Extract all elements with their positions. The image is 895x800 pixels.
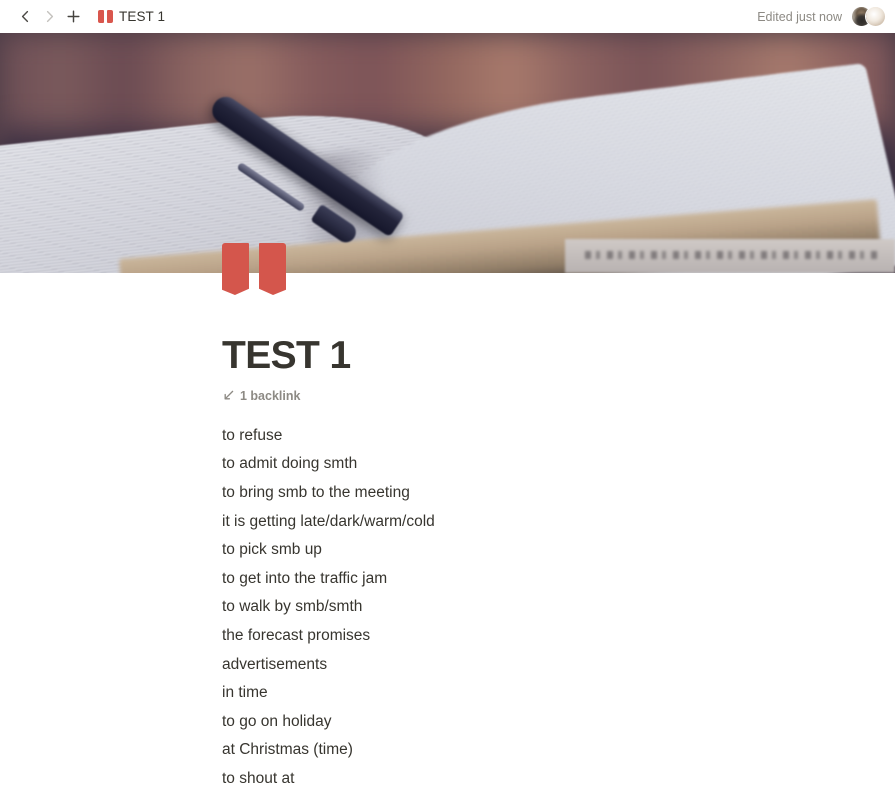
add-page-button[interactable] — [62, 6, 84, 28]
arrow-down-left-icon — [224, 391, 234, 400]
text-line[interactable]: the forecast promises — [222, 622, 895, 651]
text-line[interactable]: it is getting late/dark/warm/cold — [222, 508, 895, 537]
text-line[interactable]: to go on holiday — [222, 708, 895, 737]
text-block-list: to refuse to admit doing smth to bring s… — [222, 422, 895, 800]
avatar-image — [866, 7, 885, 26]
breadcrumb[interactable]: TEST 1 — [93, 7, 170, 26]
page-title[interactable]: TEST 1 — [222, 273, 895, 378]
text-line[interactable]: to shout at — [222, 765, 895, 794]
chevron-right-icon — [46, 10, 53, 23]
open-book-emoji — [98, 10, 113, 23]
forward-button[interactable] — [38, 6, 60, 28]
top-bar: TEST 1 Edited just now — [0, 0, 895, 33]
text-line[interactable]: in time — [222, 679, 895, 708]
back-button[interactable] — [14, 6, 36, 28]
text-line[interactable]: to shout to — [222, 794, 895, 800]
handwritten-paper — [565, 239, 895, 273]
text-line[interactable]: to get into the traffic jam — [222, 565, 895, 594]
top-bar-right: Edited just now — [757, 6, 886, 28]
page-content: TEST 1 1 backlink to refuse to admit doi… — [0, 243, 895, 800]
open-book-emoji-left-page — [222, 243, 249, 295]
text-line[interactable]: at Christmas (time) — [222, 736, 895, 765]
text-line[interactable]: to admit doing smth — [222, 450, 895, 479]
collaborator-avatars[interactable] — [851, 6, 886, 28]
breadcrumb-label: TEST 1 — [119, 9, 166, 24]
page-body: TEST 1 1 backlink to refuse to admit doi… — [0, 273, 895, 800]
page-icon[interactable] — [222, 243, 286, 295]
backlink-label: 1 backlink — [240, 388, 301, 403]
plus-icon — [66, 10, 80, 23]
chevron-left-icon — [21, 10, 28, 23]
navigation-controls — [14, 6, 84, 28]
text-line[interactable]: to walk by smb/smth — [222, 593, 895, 622]
text-line[interactable]: to bring smb to the meeting — [222, 479, 895, 508]
avatar[interactable] — [865, 6, 886, 27]
edited-status: Edited just now — [757, 9, 842, 24]
open-book-emoji-right-page — [259, 243, 286, 295]
text-line[interactable]: advertisements — [222, 651, 895, 680]
backlink-indicator[interactable]: 1 backlink — [222, 389, 300, 403]
text-line[interactable]: to pick smb up — [222, 536, 895, 565]
cover-image[interactable] — [0, 33, 895, 273]
cover-photo — [0, 33, 895, 273]
text-line[interactable]: to refuse — [222, 422, 895, 451]
